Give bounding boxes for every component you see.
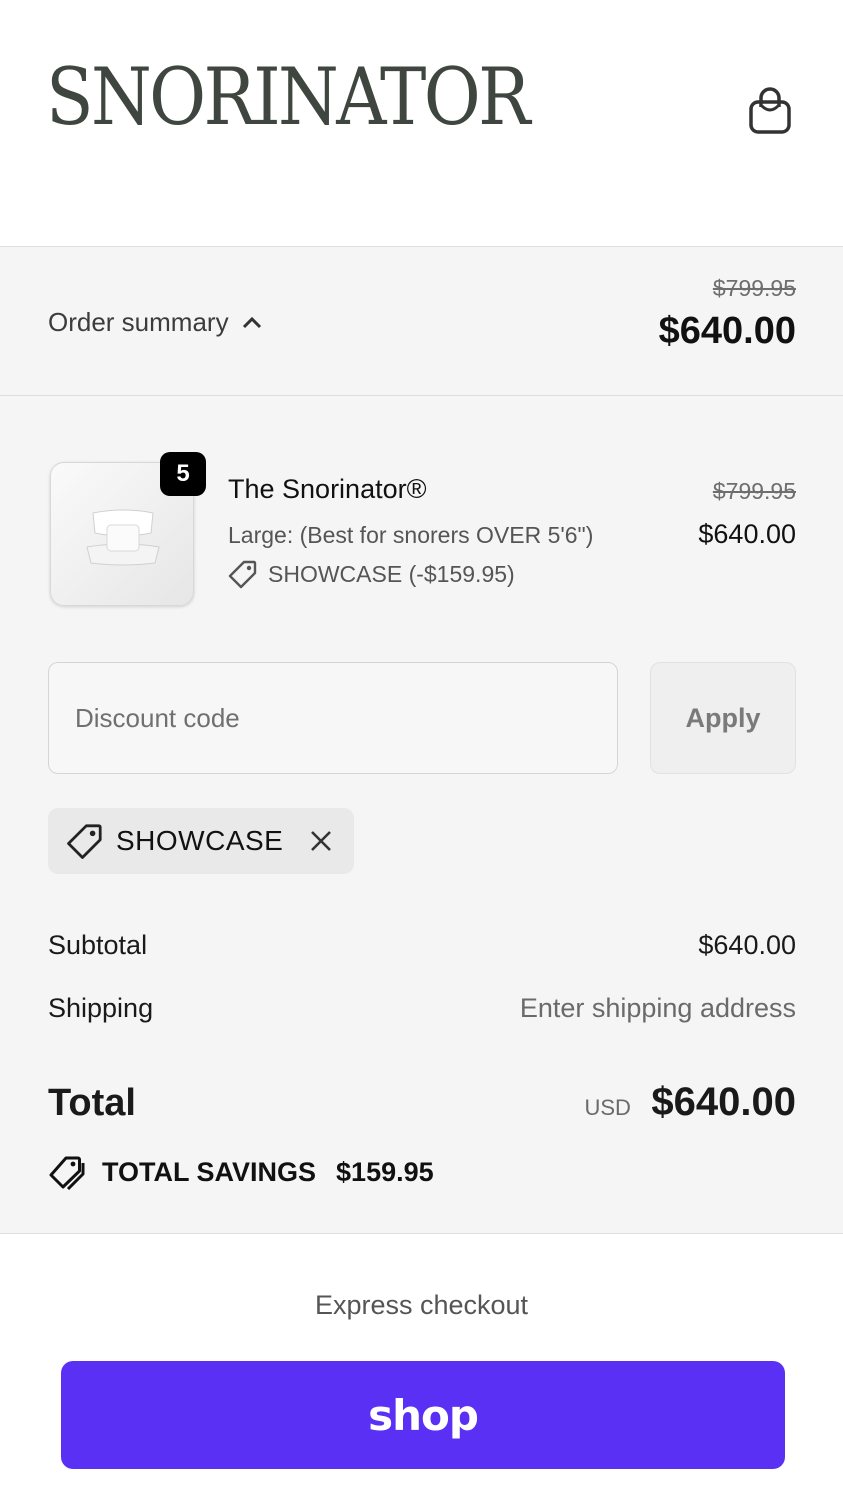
- subtotal-value: $640.00: [698, 930, 796, 960]
- tag-icon: [67, 824, 102, 859]
- order-summary-bar: Order summary $799.95 $640.00: [0, 246, 843, 396]
- quantity-badge: 5: [160, 452, 206, 496]
- product-prices: $799.95 $640.00: [698, 478, 796, 550]
- applied-discount-chip: SHOWCASE: [48, 808, 354, 874]
- product-title: The Snorinator®: [228, 474, 427, 504]
- total-label: Total: [48, 1082, 136, 1124]
- product-discount-label: SHOWCASE (-$159.95): [268, 560, 515, 587]
- order-summary-label: Order summary: [48, 307, 229, 337]
- total-savings: TOTAL SAVINGS $159.95: [48, 1154, 434, 1190]
- product-price: $640.00: [698, 519, 796, 549]
- shopping-bag-icon: [749, 87, 791, 134]
- order-summary-toggle[interactable]: Order summary: [48, 307, 263, 338]
- savings-value: $159.95: [336, 1156, 434, 1187]
- applied-discount-code: SHOWCASE: [116, 825, 284, 856]
- currency-code: USD: [584, 1095, 631, 1120]
- cart-button[interactable]: [746, 84, 794, 136]
- summary-original-price: $799.95: [712, 275, 796, 301]
- summary-prices: $799.95 $640.00: [659, 275, 796, 353]
- product-original-price: $799.95: [712, 478, 796, 504]
- shipping-row: Shipping Enter shipping address: [48, 993, 796, 1024]
- express-checkout-label: Express checkout: [314, 1290, 529, 1320]
- summary-total-price: $640.00: [658, 310, 796, 352]
- total-amount-group: USD $640.00: [585, 1080, 797, 1125]
- subtotal-label: Subtotal: [48, 930, 148, 960]
- order-summary-panel: 5 The Snorinator® Large: (Best for snore…: [0, 396, 843, 1234]
- close-icon[interactable]: [306, 826, 336, 856]
- tags-icon: [49, 1156, 85, 1190]
- total-row: Total USD $640.00: [48, 1080, 796, 1125]
- chevron-up-icon: [242, 316, 261, 328]
- store-logo[interactable]: SNORINATOR: [46, 58, 530, 137]
- header: SNORINATOR: [0, 0, 843, 246]
- product-variant: Large: (Best for snorers OVER 5'6"): [228, 522, 594, 548]
- discount-code-input[interactable]: [48, 662, 618, 774]
- shipping-label: Shipping: [48, 993, 154, 1023]
- product-discount: SHOWCASE (-$159.95): [228, 559, 515, 589]
- total-value: $640.00: [651, 1080, 796, 1124]
- shipping-value: Enter shipping address: [519, 993, 796, 1023]
- tag-icon: [228, 560, 257, 589]
- apply-button[interactable]: Apply: [650, 662, 796, 774]
- savings-label: TOTAL SAVINGS: [102, 1156, 317, 1187]
- subtotal-row: Subtotal $640.00: [48, 930, 796, 961]
- shop-pay-button[interactable]: shop: [61, 1361, 785, 1469]
